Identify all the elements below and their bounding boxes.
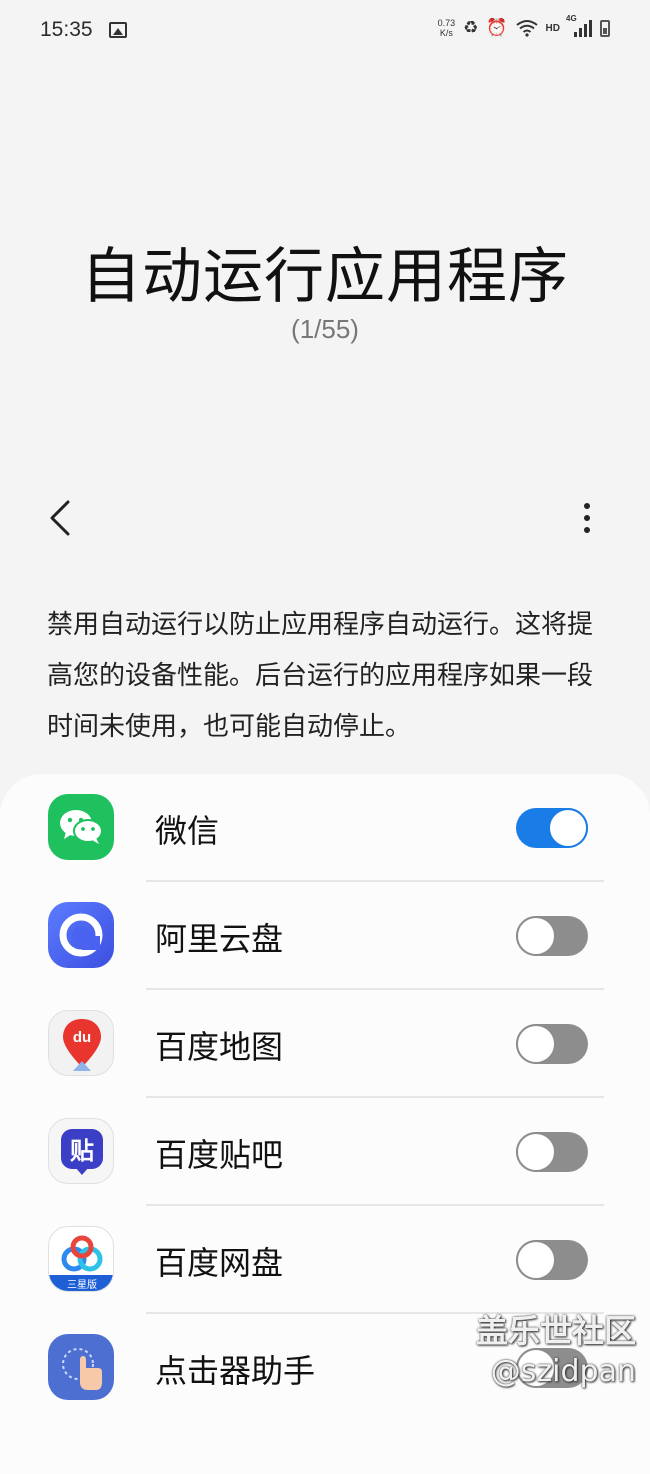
list-item-baidu-netdisk[interactable]: 三星版 百度网盘: [0, 1206, 650, 1314]
chevron-left-icon: [50, 500, 70, 536]
net-speed-unit: K/s: [439, 28, 453, 38]
autorun-toggle-baidu-map[interactable]: [516, 1024, 588, 1064]
back-button[interactable]: [38, 492, 86, 544]
more-vertical-icon: [584, 503, 590, 509]
toggle-knob: [548, 808, 588, 848]
app-name: 点击器助手: [155, 1352, 316, 1390]
more-options-button[interactable]: [570, 496, 604, 540]
more-dot: [584, 527, 590, 533]
wifi-icon: [515, 20, 538, 37]
recycle-icon: ♻: [463, 18, 479, 38]
list-item-baidu-tieba[interactable]: 贴 百度贴吧: [0, 1098, 650, 1206]
more-dot: [584, 515, 590, 521]
app-name: 微信: [155, 812, 220, 850]
baidu-tieba-icon-text: 贴: [70, 1137, 94, 1165]
app-name: 百度网盘: [155, 1244, 284, 1282]
hd-indicator: HD: [545, 22, 560, 34]
status-bar: 15:35 0.73 K/s ♻ ⏰ HD 4G: [0, 0, 650, 64]
toggle-knob: [516, 1024, 556, 1064]
status-time: 15:35: [40, 18, 93, 41]
list-item-aliyun-drive[interactable]: 阿里云盘: [0, 882, 650, 990]
watermark-community: 盖乐世社区: [475, 1312, 636, 1350]
autorun-toggle-baidu-tieba[interactable]: [516, 1132, 588, 1172]
net-speed: 0.73 K/s: [438, 18, 456, 38]
toggle-knob: [516, 1240, 556, 1280]
autorun-toggle-wechat[interactable]: [516, 808, 588, 848]
gallery-icon: [109, 22, 127, 38]
status-icons: 0.73 K/s ♻ ⏰ HD 4G: [438, 14, 610, 38]
baidu-tieba-icon: 贴: [48, 1118, 114, 1184]
list-item-wechat[interactable]: 微信: [0, 774, 650, 882]
page-title: 自动运行应用程序: [81, 242, 569, 312]
baidu-map-icon: du: [48, 1010, 114, 1076]
autorun-toggle-baidu-netdisk[interactable]: [516, 1240, 588, 1280]
watermark-user: @szidpan: [490, 1354, 636, 1389]
wechat-icon: [48, 794, 114, 860]
baidu-map-icon-text: du: [73, 1029, 91, 1046]
toggle-knob: [516, 1132, 556, 1172]
app-name: 百度贴吧: [155, 1136, 284, 1174]
baidu-netdisk-icon-text: 三星版: [67, 1278, 97, 1291]
aliyun-drive-icon: [48, 902, 114, 968]
net-speed-value: 0.73: [437, 18, 456, 28]
app-name: 百度地图: [155, 1028, 284, 1066]
clicker-assistant-icon: [48, 1334, 114, 1400]
autorun-toggle-aliyun-drive[interactable]: [516, 916, 588, 956]
signal-icon: 4G: [566, 14, 592, 37]
alarm-icon: ⏰: [486, 18, 508, 38]
description-text: 禁用自动运行以防止应用程序自动运行。这将提高您的设备性能。后台运行的应用程序如果…: [47, 610, 594, 742]
baidu-netdisk-icon: 三星版: [48, 1226, 114, 1292]
page-counter: (1/55): [291, 314, 359, 344]
app-name: 阿里云盘: [155, 920, 284, 958]
battery-icon: [600, 19, 610, 37]
toggle-knob: [516, 916, 556, 956]
network-type: 4G: [566, 14, 577, 23]
list-item-baidu-map[interactable]: du 百度地图: [0, 990, 650, 1098]
